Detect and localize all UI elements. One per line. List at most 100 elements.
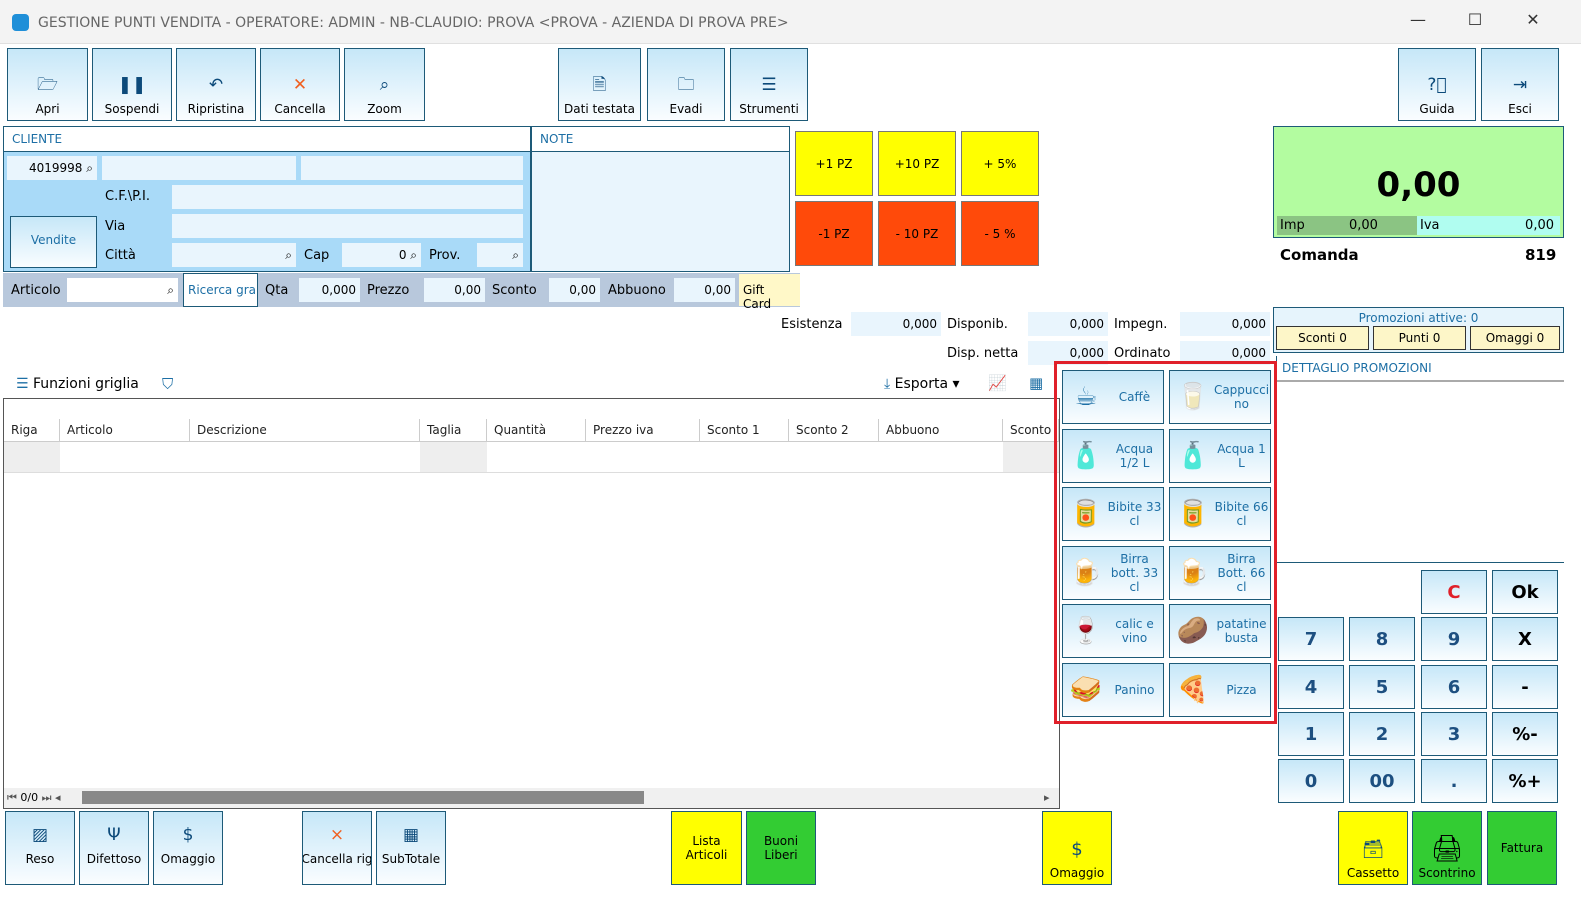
apri-button[interactable]: 🗁 Apri (7, 48, 88, 121)
keypad-key[interactable]: 4 (1278, 665, 1344, 709)
horizontal-scrollbar[interactable] (82, 791, 644, 804)
column-header[interactable]: Descrizione (190, 419, 420, 442)
cliente-name2-input[interactable] (301, 156, 523, 180)
omaggio-button[interactable]: $ Omaggio (153, 811, 223, 885)
grid-view-icon[interactable]: ▦ (1029, 374, 1043, 392)
difettoso-button[interactable]: Ψ Difettoso (79, 811, 149, 885)
keypad-key[interactable]: %- (1492, 712, 1558, 756)
qta-input[interactable]: 0,000 (299, 278, 360, 302)
minimize-button[interactable]: — (1403, 10, 1433, 29)
subtotale-button[interactable]: ▦ SubTotale (376, 811, 446, 885)
via-input[interactable] (172, 214, 523, 238)
keypad-key[interactable]: 00 (1349, 759, 1415, 803)
esistenza-value: 0,000 (851, 312, 941, 336)
column-header[interactable]: Sconto (1003, 419, 1059, 442)
cf-input[interactable] (172, 185, 523, 209)
product-button[interactable]: 🥛 Cappucci no (1169, 370, 1271, 424)
cancella-riga-button[interactable]: ⨯ Cancella rig (302, 811, 372, 885)
plus-10-pz-button[interactable]: +10 PZ (878, 131, 956, 196)
abbuono-input[interactable]: 0,00 (674, 278, 735, 302)
keypad-key[interactable]: Ok (1492, 570, 1558, 614)
gift-card-button[interactable]: Gift Card (739, 274, 800, 311)
cap-input[interactable]: 0 ⌕ (342, 243, 421, 267)
plus-5-percent-button[interactable]: + 5% (961, 131, 1039, 196)
product-button[interactable]: 🍺 Birra Bott. 66 cl (1169, 546, 1271, 600)
product-button[interactable]: 🥫 Bibite 66 cl (1169, 487, 1271, 541)
keypad-key[interactable]: 2 (1349, 712, 1415, 756)
product-button[interactable]: 🥔 patatine busta (1169, 604, 1271, 658)
column-header[interactable]: Sconto 2 (789, 419, 879, 442)
sconti-button[interactable]: Sconti 0 (1276, 326, 1369, 350)
ricerca-grafica-button[interactable]: Ricerca gra (183, 273, 258, 307)
maximize-button[interactable]: ☐ (1460, 10, 1490, 29)
cliente-code-input[interactable]: 4019998 ⌕ (7, 156, 97, 180)
pager[interactable]: ⏮ 0/0 ⏭ ◂ (7, 791, 61, 805)
product-button[interactable]: 🧴 Acqua 1/2 L (1062, 429, 1164, 483)
plus-1-pz-button[interactable]: +1 PZ (795, 131, 873, 196)
product-button[interactable]: 🧴 Acqua 1 L (1169, 429, 1271, 483)
prov-input[interactable]: ⌕ (477, 243, 523, 267)
esci-button[interactable]: ⇥ Esci (1481, 48, 1559, 121)
column-header[interactable]: Articolo (60, 419, 190, 442)
dati-testata-button[interactable]: 🗎 Dati testata (558, 48, 641, 121)
keypad-key[interactable]: 0 (1278, 759, 1344, 803)
scontrino-button[interactable]: 🖨 Scontrino (1412, 811, 1482, 885)
product-button[interactable]: 🍷 calic e vino (1062, 604, 1164, 658)
keypad-key[interactable]: 1 (1278, 712, 1344, 756)
evadi-button[interactable]: 🗀 Evadi (647, 48, 725, 121)
strumenti-button[interactable]: ☰ Strumenti (730, 48, 808, 121)
product-button[interactable]: 🥫 Bibite 33 cl (1062, 487, 1164, 541)
note-textarea[interactable] (531, 151, 790, 272)
articolo-input[interactable]: ⌕ (67, 278, 178, 302)
keypad-key[interactable]: . (1421, 759, 1487, 803)
citta-input[interactable]: ⌕ (172, 243, 296, 267)
omaggi-button[interactable]: Omaggi 0 (1470, 326, 1560, 350)
column-header[interactable]: Sconto 1 (700, 419, 789, 442)
product-button[interactable]: 🥪 Panino (1062, 663, 1164, 717)
cliente-name-input[interactable] (102, 156, 296, 180)
column-header[interactable]: Riga (4, 419, 60, 442)
product-button[interactable]: ☕ Caffè (1062, 370, 1164, 424)
keypad-key[interactable]: 6 (1421, 665, 1487, 709)
keypad-key[interactable]: %+ (1492, 759, 1558, 803)
omaggio-yellow-button[interactable]: $ Omaggio (1042, 811, 1112, 885)
fattura-button[interactable]: Fattura (1487, 811, 1557, 885)
filter-icon[interactable]: ⛉ (162, 375, 173, 393)
chart-icon[interactable]: 📈 (988, 374, 1007, 392)
close-button[interactable]: ✕ (1518, 10, 1548, 29)
prezzo-input[interactable]: 0,00 (424, 278, 485, 302)
punti-button[interactable]: Punti 0 (1373, 326, 1466, 350)
minus-1-pz-button[interactable]: -1 PZ (795, 201, 873, 266)
zoom-button[interactable]: ⌕ Zoom (344, 48, 425, 121)
keypad-key[interactable]: 5 (1349, 665, 1415, 709)
cancella-button[interactable]: ✕ Cancella (260, 48, 340, 121)
guida-button[interactable]: ?⃝ Guida (1398, 48, 1476, 121)
product-button[interactable]: 🍺 Birra bott. 33 cl (1062, 546, 1164, 600)
buoni-liberi-button[interactable]: Buoni Liberi (746, 811, 816, 885)
keypad-key[interactable]: - (1492, 665, 1558, 709)
scroll-right-arrow[interactable]: ▸ (1044, 791, 1050, 804)
lista-articoli-button[interactable]: Lista Articoli (671, 811, 742, 885)
sconto-input[interactable]: 0,00 (549, 278, 600, 302)
keypad-key[interactable]: C (1421, 570, 1487, 614)
keypad-key[interactable]: X (1492, 617, 1558, 661)
esporta-button[interactable]: ⤓ Esporta ▾ (884, 376, 960, 392)
column-header[interactable]: Quantità (487, 419, 586, 442)
keypad-key[interactable]: 3 (1421, 712, 1487, 756)
column-header[interactable]: Abbuono (879, 419, 1003, 442)
column-header[interactable]: Prezzo iva (586, 419, 700, 442)
funzioni-griglia-button[interactable]: ☰ Funzioni griglia (16, 376, 139, 392)
minus-5-percent-button[interactable]: - 5 % (961, 201, 1039, 266)
ripristina-button[interactable]: ↶ Ripristina (176, 48, 256, 121)
vendite-button[interactable]: Vendite (10, 216, 97, 268)
minus-10-pz-button[interactable]: - 10 PZ (878, 201, 956, 266)
sospendi-button[interactable]: ❚❚ Sospendi (92, 48, 172, 121)
reso-button[interactable]: ▨ Reso (5, 811, 75, 885)
keypad-key[interactable]: 9 (1421, 617, 1487, 661)
cassetto-button[interactable]: 🗃 Cassetto (1338, 811, 1408, 885)
product-button[interactable]: 🍕 Pizza (1169, 663, 1271, 717)
keypad-key[interactable]: 7 (1278, 617, 1344, 661)
keypad-key[interactable]: 8 (1349, 617, 1415, 661)
column-header[interactable]: Taglia (420, 419, 487, 442)
disp-netta-label: Disp. netta (947, 346, 1019, 361)
